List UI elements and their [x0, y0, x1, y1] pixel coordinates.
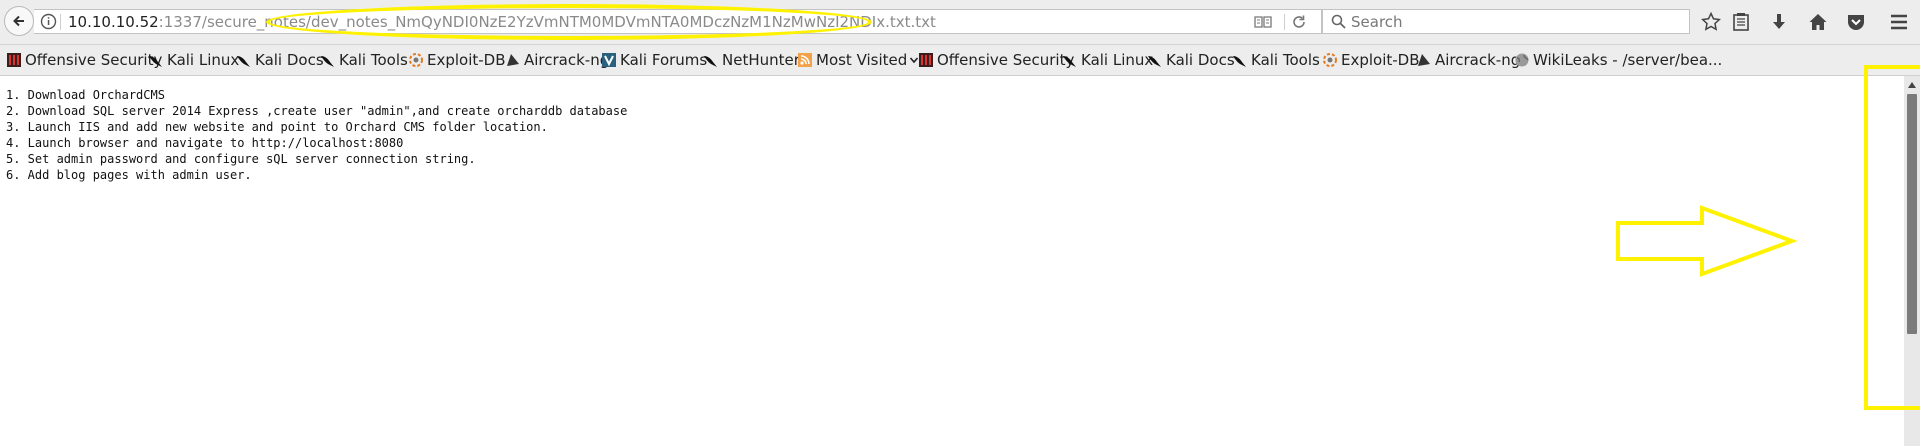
- bookmark-item[interactable]: Offensive Security: [6, 49, 162, 71]
- home-icon[interactable]: [1807, 11, 1829, 33]
- bookmark-item[interactable]: Kali Docs: [1147, 49, 1235, 71]
- note-line: 4. Launch browser and navigate to http:/…: [6, 136, 404, 150]
- aircrack-icon: [1418, 54, 1430, 66]
- bookmark-item[interactable]: Offensive Security: [918, 49, 1074, 71]
- bookmark-label: Most Visited: [816, 51, 908, 69]
- bookmark-label: NetHunter: [722, 51, 800, 69]
- bookmark-label: Kali Docs: [1166, 51, 1235, 69]
- search-placeholder: Search: [1351, 13, 1403, 31]
- bookmark-label: Kali Tools: [1251, 51, 1320, 69]
- bookmark-item[interactable]: Aircrack-ng: [505, 49, 609, 71]
- exploit-db-icon: [409, 53, 423, 67]
- note-line: 2. Download SQL server 2014 Express ,cre…: [6, 104, 628, 118]
- note-line: 5. Set admin password and configure sQL …: [6, 152, 476, 166]
- bookmark-folder-most-visited[interactable]: Most Visited: [797, 49, 919, 71]
- bookmark-label: WikiLeaks - /server/bea...: [1533, 51, 1723, 69]
- bookmark-label: Aircrack-ng: [1435, 51, 1521, 69]
- kali-dragon-icon: [1148, 56, 1161, 67]
- globe-icon: [1515, 53, 1529, 67]
- reader-view-icon[interactable]: [1254, 14, 1272, 30]
- bookmark-label: Kali Forums: [620, 51, 708, 69]
- search-input[interactable]: Search: [1322, 9, 1690, 34]
- highlight-arrow-icon: [1616, 205, 1797, 277]
- text-document: 1. Download OrchardCMS 2. Download SQL s…: [6, 87, 627, 183]
- bookmark-star-icon[interactable]: [1700, 11, 1722, 33]
- search-icon: [1331, 14, 1346, 29]
- back-button[interactable]: [4, 6, 34, 36]
- bookmark-label: Kali Linux: [1081, 51, 1154, 69]
- download-icon[interactable]: [1768, 11, 1790, 33]
- bookmark-item[interactable]: NetHunter: [703, 49, 800, 71]
- scrollbar-highlight-box: [1864, 65, 1920, 410]
- bookmarks-library-icon[interactable]: [1730, 11, 1752, 33]
- kali-dragon-icon: [1063, 56, 1076, 67]
- offsec-icon: [7, 53, 21, 67]
- exploit-db-icon: [1323, 53, 1337, 67]
- aircrack-icon: [507, 54, 519, 66]
- rss-icon: [798, 53, 812, 67]
- note-line: 1. Download OrchardCMS: [6, 88, 165, 102]
- url-divider: [60, 14, 61, 30]
- kali-dragon-icon: [237, 56, 250, 67]
- bookmark-label: Aircrack-ng: [524, 51, 610, 69]
- offsec-icon: [919, 53, 933, 67]
- url-highlight-ellipse: [266, 4, 872, 40]
- url-divider: [1284, 14, 1285, 30]
- kali-dragon-icon: [704, 56, 717, 67]
- bookmark-item[interactable]: Kali Forums: [601, 49, 707, 71]
- kali-forums-icon: [602, 53, 616, 67]
- pocket-icon[interactable]: [1845, 11, 1867, 33]
- bookmark-label: Offensive Security: [937, 51, 1075, 69]
- bookmark-item[interactable]: WikiLeaks - /server/bea...: [1514, 49, 1722, 71]
- bookmark-label: Kali Tools: [339, 51, 408, 69]
- kali-dragon-icon: [149, 56, 162, 67]
- bookmark-item[interactable]: Exploit-DB: [1322, 49, 1420, 71]
- kali-dragon-icon: [321, 56, 334, 67]
- bookmark-item[interactable]: Kali Tools: [320, 49, 408, 71]
- bookmark-label: Exploit-DB: [427, 51, 506, 69]
- reload-icon[interactable]: [1291, 14, 1307, 30]
- kali-dragon-icon: [1233, 56, 1246, 67]
- bookmarks-toolbar: Offensive Security Kali Linux Kali Docs …: [0, 45, 1920, 76]
- bookmark-item[interactable]: Kali Tools: [1232, 49, 1320, 71]
- bookmark-label: Kali Docs: [255, 51, 324, 69]
- bookmark-label: Exploit-DB: [1341, 51, 1420, 69]
- site-info-icon[interactable]: [40, 13, 57, 30]
- bookmark-item[interactable]: Kali Linux: [148, 49, 239, 71]
- hamburger-menu-icon[interactable]: [1888, 11, 1910, 33]
- url-host: 10.10.10.52: [68, 13, 159, 31]
- note-line: 6. Add blog pages with admin user.: [6, 168, 252, 182]
- bookmark-item[interactable]: Aircrack-ng: [1416, 49, 1520, 71]
- back-arrow-icon: [13, 15, 24, 27]
- note-line: 3. Launch IIS and add new website and po…: [6, 120, 548, 134]
- bookmark-item[interactable]: Kali Docs: [236, 49, 324, 71]
- bookmark-label: Kali Linux: [167, 51, 240, 69]
- navigation-toolbar: 10.10.10.52:1337/secure_notes/dev_notes_…: [0, 0, 1920, 45]
- bookmark-label: Offensive Security: [25, 51, 163, 69]
- bookmark-item[interactable]: Exploit-DB: [408, 49, 506, 71]
- bookmark-item[interactable]: Kali Linux: [1062, 49, 1153, 71]
